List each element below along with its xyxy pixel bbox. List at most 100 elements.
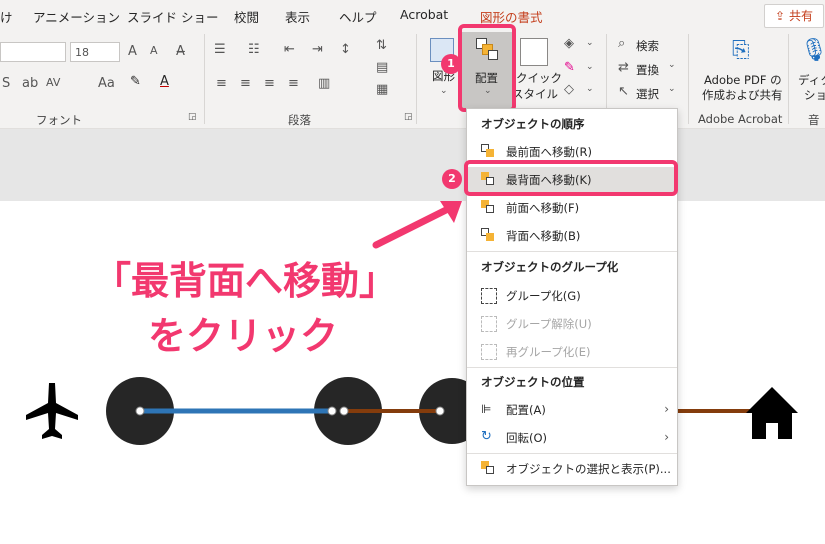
quick-style-label-1: クイック bbox=[516, 71, 562, 85]
bullets-icon[interactable]: ☰ bbox=[214, 42, 226, 57]
share-button[interactable]: ⇪ 共有 bbox=[764, 4, 824, 28]
adobe-label-1[interactable]: Adobe PDF の bbox=[704, 72, 782, 88]
paragraph-dialog-launcher-icon[interactable]: ◲ bbox=[404, 112, 413, 122]
group-paragraph-label: 段落 bbox=[288, 113, 311, 127]
strikethrough-icon[interactable]: S bbox=[2, 76, 10, 91]
quick-style-label-2: スタイル bbox=[512, 87, 558, 101]
clear-format-icon[interactable]: A̶ bbox=[176, 44, 185, 59]
menu-item-send-backward[interactable]: 背面へ移動(B) bbox=[467, 223, 677, 249]
menu-item-label: 回転(O) bbox=[506, 431, 548, 445]
change-case-icon[interactable]: Aa bbox=[98, 76, 115, 91]
tab-animation[interactable]: アニメーション bbox=[33, 7, 120, 26]
align-center-icon[interactable]: ≡ bbox=[240, 76, 251, 91]
menu-item-label: 配置(A) bbox=[506, 403, 546, 417]
selection-pane-icon bbox=[481, 461, 495, 475]
chevron-down-icon[interactable]: ⌄ bbox=[586, 84, 594, 94]
bring-forward-icon bbox=[481, 200, 495, 214]
menu-item-align[interactable]: ⊫ 配置(A) › bbox=[467, 397, 677, 423]
tab-review[interactable]: 校閲 bbox=[234, 7, 259, 26]
dictation-label-2[interactable]: ション bbox=[804, 87, 825, 103]
grow-font-icon[interactable]: A bbox=[128, 44, 137, 59]
menu-item-label: グループ解除(U) bbox=[506, 317, 592, 331]
dictation-icon[interactable]: 🎙 bbox=[800, 38, 825, 63]
menu-item-selection-pane[interactable]: オブジェクトの選択と表示(P)... bbox=[467, 456, 677, 482]
arrange-highlight bbox=[458, 24, 516, 112]
slide-workspace-band bbox=[0, 129, 825, 201]
regroup-icon bbox=[481, 344, 497, 360]
chevron-down-icon[interactable]: ⌄ bbox=[586, 62, 594, 72]
airplane-icon bbox=[26, 383, 78, 439]
step-badge-1: 1 bbox=[441, 54, 461, 74]
tab-view[interactable]: 表示 bbox=[285, 7, 310, 26]
menu-item-label: 背面へ移動(B) bbox=[506, 229, 581, 243]
menu-header-group: オブジェクトのグループ化 bbox=[481, 260, 619, 274]
text-direction-icon[interactable]: ⇅ bbox=[376, 38, 387, 53]
chevron-down-icon: ⌄ bbox=[440, 86, 448, 96]
align-right-icon[interactable]: ≡ bbox=[264, 76, 275, 91]
send-backward-icon bbox=[481, 228, 495, 242]
font-dialog-launcher-icon[interactable]: ◲ bbox=[188, 112, 197, 122]
chevron-down-icon[interactable]: ⌄ bbox=[668, 60, 676, 70]
chevron-down-icon[interactable]: ⌄ bbox=[586, 38, 594, 48]
text-shadow-icon[interactable]: ab bbox=[22, 76, 38, 91]
adobe-label-2[interactable]: 作成および共有 bbox=[702, 87, 783, 103]
align-left-icon[interactable]: ≡ bbox=[216, 76, 227, 91]
align-text-icon[interactable]: ▤ bbox=[376, 60, 388, 75]
numbering-icon[interactable]: ☷ bbox=[248, 42, 260, 57]
shape-effects-icon[interactable]: ◇ bbox=[564, 82, 574, 97]
tab-acrobat[interactable]: Acrobat bbox=[400, 7, 448, 22]
connector-dot bbox=[327, 406, 337, 416]
highlight-icon[interactable]: ✎ bbox=[130, 74, 141, 89]
ribbon-separator bbox=[204, 34, 205, 124]
connector-dot bbox=[339, 406, 349, 416]
tab-help[interactable]: ヘルプ bbox=[339, 7, 377, 26]
columns-icon[interactable]: ▥ bbox=[318, 76, 330, 91]
replace-button[interactable]: 置換 bbox=[636, 62, 659, 78]
dictation-label-1[interactable]: ディクテ bbox=[798, 72, 825, 88]
decrease-indent-icon[interactable]: ⇤ bbox=[284, 42, 295, 57]
select-button[interactable]: 選択 bbox=[636, 86, 659, 102]
char-spacing-icon[interactable]: AV bbox=[46, 76, 60, 89]
chevron-right-icon: › bbox=[664, 402, 669, 416]
callout-line-2: をクリック bbox=[148, 314, 339, 358]
share-icon: ⇪ bbox=[775, 9, 786, 23]
increase-indent-icon[interactable]: ⇥ bbox=[312, 42, 323, 57]
menu-item-ungroup[interactable]: グループ解除(U) bbox=[467, 311, 677, 337]
rotate-icon: ↻ bbox=[481, 429, 492, 444]
ribbon-tab-bar: け アニメーション スライド ショー 校閲 表示 ヘルプ Acrobat 図形の… bbox=[0, 0, 825, 30]
menu-item-group[interactable]: グループ化(G) bbox=[467, 283, 677, 309]
shape-fill-icon[interactable]: ◈ bbox=[564, 36, 574, 51]
menu-item-label: 再グループ化(E) bbox=[506, 345, 591, 359]
group-font-label: フォント bbox=[36, 113, 82, 127]
find-button[interactable]: 検索 bbox=[636, 38, 659, 54]
shrink-font-icon[interactable]: A bbox=[150, 44, 158, 57]
replace-icon: ⇄ bbox=[618, 60, 629, 75]
create-pdf-icon[interactable]: ⎘ bbox=[732, 38, 750, 63]
quick-style-icon[interactable] bbox=[520, 38, 548, 66]
send-to-back-highlight bbox=[464, 160, 678, 196]
font-size-combo[interactable]: 18 bbox=[70, 42, 120, 62]
menu-item-label: 前面へ移動(F) bbox=[506, 201, 580, 215]
font-color-icon[interactable]: A bbox=[160, 74, 169, 89]
group-icon bbox=[481, 288, 497, 304]
menu-item-bring-forward[interactable]: 前面へ移動(F) bbox=[467, 195, 677, 221]
menu-item-regroup[interactable]: 再グループ化(E) bbox=[467, 339, 677, 365]
font-name-combo[interactable] bbox=[0, 42, 66, 62]
menu-separator bbox=[467, 367, 677, 368]
ungroup-icon bbox=[481, 316, 497, 332]
tab-partial[interactable]: け bbox=[0, 7, 13, 26]
shape-outline-icon[interactable]: ✎ bbox=[564, 60, 575, 75]
menu-item-label: グループ化(G) bbox=[506, 289, 581, 303]
route-diagram bbox=[26, 377, 798, 445]
connector-dot bbox=[135, 406, 145, 416]
menu-separator bbox=[467, 251, 677, 252]
chevron-down-icon[interactable]: ⌄ bbox=[668, 84, 676, 94]
ribbon: 18 A A A̶ S ab AV Aa ✎ A フォント ◲ ☰ ☷ ⇤ ⇥ … bbox=[0, 30, 825, 143]
justify-icon[interactable]: ≡ bbox=[288, 76, 299, 91]
select-icon: ↖ bbox=[618, 84, 629, 99]
smartart-icon[interactable]: ▦ bbox=[376, 82, 388, 97]
menu-item-rotate[interactable]: ↻ 回転(O) › bbox=[467, 425, 677, 451]
tab-slideshow[interactable]: スライド ショー bbox=[127, 7, 218, 26]
search-icon: ⌕ bbox=[618, 36, 626, 51]
line-spacing-icon[interactable]: ↕ bbox=[340, 42, 351, 57]
